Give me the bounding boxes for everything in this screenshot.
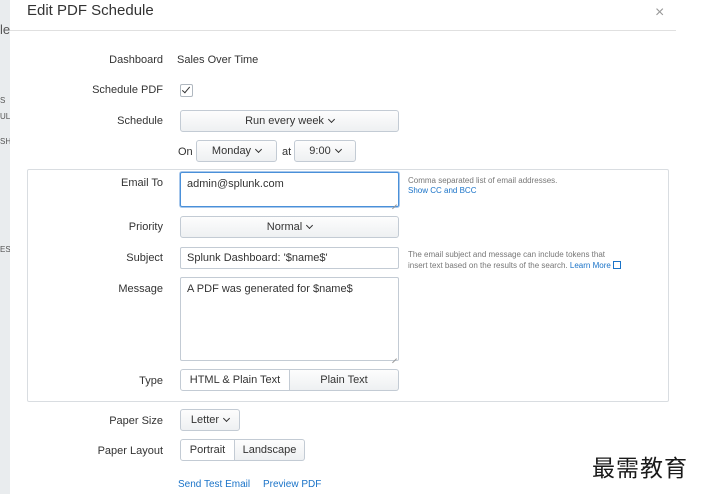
schedule-pdf-checkbox[interactable] (180, 84, 193, 97)
email-to-value: admin@splunk.com (187, 178, 284, 190)
schedule-frequency-dropdown[interactable]: Run every week (180, 110, 399, 132)
chevron-down-icon (223, 414, 231, 423)
paper-size-dropdown[interactable]: Letter (180, 409, 240, 431)
type-toggle-group: HTML & Plain Text Plain Text (180, 369, 399, 391)
learn-more-link-label: Learn More (569, 261, 611, 270)
message-value: A PDF was generated for $name$ (187, 283, 353, 295)
dashboard-value: Sales Over Time (177, 54, 259, 66)
at-label: at (282, 146, 292, 158)
email-to-input[interactable]: admin@splunk.com (180, 172, 399, 207)
resize-grip-icon[interactable] (391, 353, 397, 359)
learn-more-link[interactable]: Learn More (570, 261, 621, 270)
schedule-label: Schedule (117, 115, 163, 127)
send-test-email-link[interactable]: Send Test Email (178, 479, 250, 490)
close-icon[interactable]: × (655, 4, 664, 22)
subject-label: Subject (126, 252, 163, 264)
paper-layout-label: Paper Layout (97, 445, 163, 457)
on-label: On (178, 146, 193, 158)
schedule-day-dropdown[interactable]: Monday (196, 140, 277, 162)
type-label: Type (139, 375, 163, 387)
schedule-time-value: 9:00 (309, 145, 331, 157)
preview-pdf-link[interactable]: Preview PDF (263, 479, 321, 490)
background-fragment: UL (0, 112, 11, 121)
subject-help-line-1: The email subject and message can includ… (408, 250, 606, 259)
email-to-label: Email To (121, 177, 163, 189)
schedule-frequency-value: Run every week (245, 115, 324, 127)
priority-dropdown[interactable]: Normal (180, 216, 399, 238)
type-html-plain-text-button[interactable]: HTML & Plain Text (180, 369, 290, 391)
edit-pdf-schedule-dialog: Edit PDF Schedule × Dashboard Sales Over… (10, 0, 676, 494)
subject-value: Splunk Dashboard: '$name$' (187, 252, 328, 264)
chevron-down-icon (327, 115, 335, 124)
priority-label: Priority (128, 221, 163, 233)
subject-help-line-2-row: insert text based on the results of the … (408, 260, 621, 271)
email-to-help: Comma separated list of email addresses.… (408, 176, 557, 196)
chevron-down-icon (306, 221, 314, 230)
chevron-down-icon (255, 145, 263, 154)
chevron-down-icon (334, 145, 342, 154)
background-fragment: le (0, 22, 11, 37)
schedule-time-dropdown[interactable]: 9:00 (294, 140, 356, 162)
background-fragment: S (0, 96, 6, 105)
subject-help-line-2: insert text based on the results of the … (408, 261, 568, 270)
dialog-title: Edit PDF Schedule (27, 2, 154, 19)
email-to-help-text: Comma separated list of email addresses. (408, 176, 558, 185)
external-link-icon (612, 261, 621, 269)
dialog-header: Edit PDF Schedule × (10, 0, 676, 31)
paper-size-value: Letter (190, 414, 220, 426)
dashboard-label: Dashboard (109, 54, 163, 66)
paper-size-label: Paper Size (109, 415, 163, 427)
show-cc-bcc-link[interactable]: Show CC and BCC (408, 186, 557, 196)
paper-layout-portrait-button[interactable]: Portrait (180, 439, 235, 461)
paper-layout-toggle-group: Portrait Landscape (180, 439, 305, 461)
schedule-pdf-label: Schedule PDF (92, 84, 163, 96)
type-plain-text-button[interactable]: Plain Text (290, 369, 399, 391)
priority-value: Normal (266, 221, 303, 233)
subject-input[interactable]: Splunk Dashboard: '$name$' (180, 247, 399, 269)
resize-grip-icon[interactable] (391, 199, 397, 205)
message-label: Message (118, 283, 163, 295)
paper-layout-landscape-button[interactable]: Landscape (235, 439, 305, 461)
message-textarea[interactable]: A PDF was generated for $name$ (180, 277, 399, 361)
subject-help: The email subject and message can includ… (408, 250, 621, 271)
watermark-text: 最需教育 (592, 456, 688, 482)
schedule-day-value: Monday (211, 145, 252, 157)
